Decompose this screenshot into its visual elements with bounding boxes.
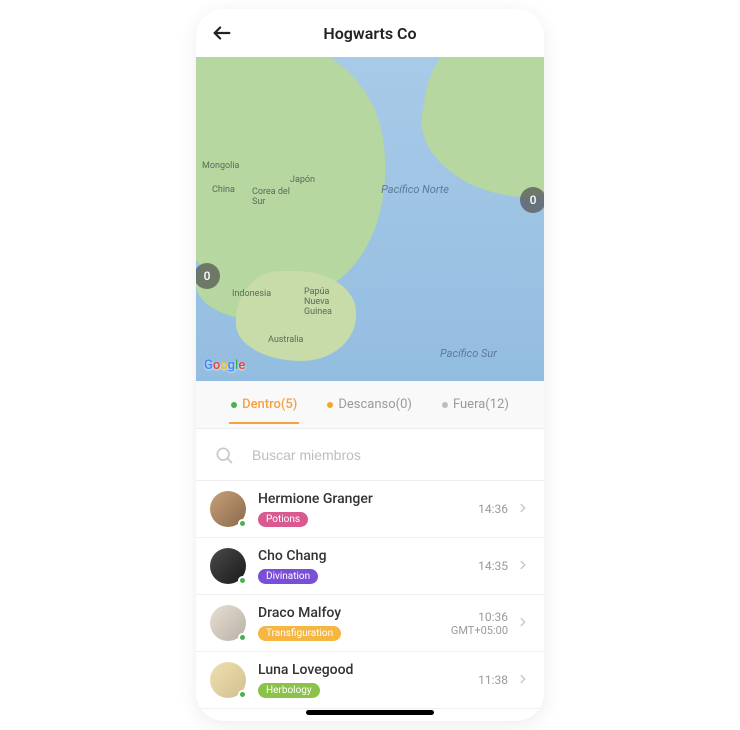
presence-dot-icon — [238, 633, 247, 642]
chevron-right-icon — [516, 671, 530, 690]
member-name: Luna Lovegood — [258, 662, 478, 678]
member-info: Luna Lovegood Herbology — [258, 662, 478, 698]
tab-dentro[interactable]: Dentro(5) — [229, 385, 299, 424]
subject-chip: Potions — [258, 512, 308, 527]
search-input[interactable] — [252, 447, 526, 463]
member-meta: 14:36 — [478, 502, 508, 516]
map-label: Australia — [268, 335, 303, 345]
presence-dot-icon — [238, 576, 247, 585]
member-name: Hermione Granger — [258, 491, 478, 507]
subject-chip: Herbology — [258, 683, 320, 698]
avatar — [210, 548, 246, 584]
map-label: Corea del Sur — [252, 187, 292, 207]
member-info: Hermione Granger Potions — [258, 491, 478, 527]
member-name: Cho Chang — [258, 548, 478, 564]
subject-chip: Transfiguration — [258, 626, 341, 641]
member-meta: 10:36GMT+05:00 — [451, 610, 508, 637]
member-meta: 14:35 — [478, 559, 508, 573]
presence-dot-icon — [238, 519, 247, 528]
member-row[interactable]: Hermione Granger Potions 14:36 — [196, 481, 544, 538]
google-logo: Google — [204, 358, 245, 373]
member-meta: 11:38 — [478, 673, 508, 687]
map-label: Indonesia — [232, 289, 271, 299]
chevron-right-icon — [516, 614, 530, 633]
page-title: Hogwarts Co — [323, 24, 416, 43]
map-ocean-label: Pacífico Sur — [440, 347, 497, 360]
map-label: China — [212, 185, 235, 195]
map-label: Papúa Nueva Guinea — [304, 287, 344, 317]
status-dot-icon — [231, 402, 237, 408]
presence-dot-icon — [238, 690, 247, 699]
arrow-left-icon — [211, 22, 233, 44]
member-list[interactable]: Hermione Granger Potions 14:36 Cho Chang Div… — [196, 481, 544, 709]
member-time: 14:36 — [478, 502, 508, 516]
subject-chip: Divination — [258, 569, 318, 584]
map-badge-right[interactable]: 0 — [520, 187, 544, 213]
member-info: Cho Chang Divination — [258, 548, 478, 584]
status-dot-icon — [442, 402, 448, 408]
member-time: 11:38 — [478, 673, 508, 687]
status-dot-icon — [327, 402, 333, 408]
tab-label: Fuera(12) — [453, 397, 509, 412]
tab-label: Descanso(0) — [338, 397, 412, 412]
member-row[interactable]: Luna Lovegood Herbology 11:38 — [196, 652, 544, 709]
chevron-right-icon — [516, 500, 530, 519]
tab-descanso[interactable]: Descanso(0) — [325, 385, 414, 424]
home-indicator — [306, 710, 434, 715]
member-row[interactable]: Draco Malfoy Transfiguration 10:36GMT+05:0… — [196, 595, 544, 652]
member-name: Draco Malfoy — [258, 605, 451, 621]
tab-label: Dentro(5) — [242, 397, 297, 412]
map-label: Mongolia — [202, 161, 239, 171]
avatar — [210, 662, 246, 698]
status-tabs: Dentro(5) Descanso(0) Fuera(12) — [196, 381, 544, 429]
app-screen: Hogwarts Co Mongolia China Japón Corea d… — [196, 9, 544, 721]
map-ocean-label: Pacífico Norte — [380, 183, 450, 196]
member-timezone: GMT+05:00 — [451, 624, 508, 637]
header: Hogwarts Co — [196, 9, 544, 57]
tab-fuera[interactable]: Fuera(12) — [440, 385, 511, 424]
member-row[interactable]: Cho Chang Divination 14:35 — [196, 538, 544, 595]
avatar — [210, 491, 246, 527]
map-label: Japón — [290, 175, 315, 185]
map-view[interactable]: Mongolia China Japón Corea del Sur Indon… — [196, 57, 544, 381]
avatar — [210, 605, 246, 641]
member-time: 14:35 — [478, 559, 508, 573]
search-icon — [214, 445, 234, 465]
member-info: Draco Malfoy Transfiguration — [258, 605, 451, 641]
search-bar — [196, 429, 544, 481]
back-button[interactable] — [208, 19, 236, 47]
member-time: 10:36 — [451, 610, 508, 624]
chevron-right-icon — [516, 557, 530, 576]
